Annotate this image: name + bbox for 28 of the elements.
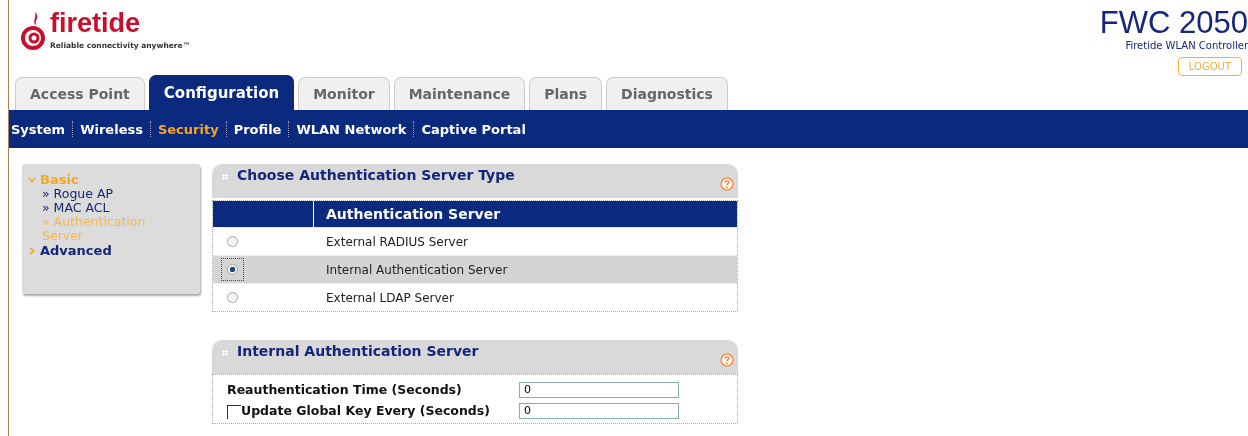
table-cell-text: External RADIUS Server [325, 234, 468, 249]
nav-tab[interactable]: Plans [529, 77, 602, 110]
field-label: Update Global Key Every (Seconds) [241, 403, 490, 418]
nav-tab[interactable]: Access Point [15, 77, 145, 110]
panel-title: Choose Authentication Server Type [237, 167, 516, 183]
product-model: FWC 2050 [1099, 8, 1248, 38]
logo-wordmark: firetide [50, 8, 142, 38]
input-field[interactable]: 0 [519, 402, 679, 419]
product-subtitle: Firetide WLAN Controller [1125, 40, 1248, 51]
panel-title: Internal Authentication Server [237, 343, 480, 359]
subnav-link[interactable]: Security [157, 121, 219, 137]
subnav-link[interactable]: Captive Portal [421, 121, 526, 137]
nav-tab[interactable]: Maintenance [393, 77, 526, 110]
table-cell-text: External LDAP Server [325, 290, 454, 305]
subnav-link[interactable]: Wireless [80, 121, 143, 137]
field-label: Reauthentication Time (Seconds) [227, 382, 462, 397]
table-cell-text: Internal Authentication Server [325, 262, 508, 277]
nav-tab[interactable]: Configuration [148, 75, 295, 110]
subnav-link[interactable]: Profile [233, 121, 282, 137]
sidebar-group[interactable]: Advanced [40, 243, 112, 258]
column-header: Authentication Server [325, 206, 501, 222]
nav-tab[interactable]: Monitor [298, 77, 390, 110]
subnav-link[interactable]: WLAN Network [296, 121, 407, 137]
sidebar-item[interactable]: » Rogue AP [42, 187, 182, 201]
sidebar-item[interactable]: » MAC ACL [42, 201, 182, 215]
subnav-link[interactable]: System [11, 121, 66, 137]
nav-tab[interactable]: Diagnostics [606, 77, 728, 110]
input-field[interactable]: 0 [519, 381, 679, 398]
